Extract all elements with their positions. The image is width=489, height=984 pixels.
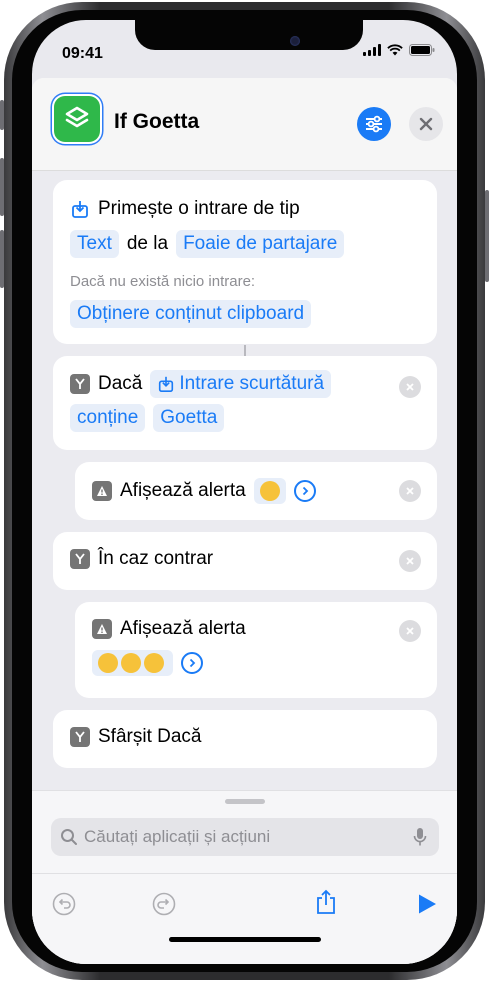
otherwise-label: În caz contrar	[98, 548, 214, 569]
redo-button[interactable]	[151, 891, 177, 917]
share-icon	[317, 889, 335, 914]
notch	[135, 20, 363, 50]
alert-icon	[92, 481, 112, 501]
close-icon	[406, 383, 414, 391]
shortcut-input-token[interactable]: Intrare scurtătură	[150, 370, 332, 398]
expand-chevron-icon[interactable]	[293, 480, 316, 502]
power-button	[485, 190, 489, 282]
share-sheet-icon	[159, 376, 174, 393]
silent-switch	[0, 100, 4, 130]
play-icon	[419, 894, 436, 914]
branch-icon	[70, 549, 90, 569]
redo-icon	[152, 892, 176, 916]
close-icon	[419, 117, 433, 131]
close-icon	[406, 487, 414, 495]
no-input-label: Dacă nu există nicio intrare:	[70, 273, 256, 290]
undo-button[interactable]	[51, 891, 77, 917]
show-alert-action-2[interactable]: Afișează alerta 😭😭😭	[75, 602, 437, 698]
share-button[interactable]	[313, 889, 339, 915]
branch-icon	[70, 374, 90, 394]
end-if-label: Sfârșit Dacă	[98, 726, 202, 747]
status-time: 09:41	[62, 45, 103, 62]
input-source-token[interactable]: Foaie de partajare	[176, 230, 345, 258]
toolbar-divider	[32, 873, 457, 874]
home-indicator[interactable]	[169, 937, 321, 942]
undo-icon	[52, 892, 76, 916]
close-icon	[406, 627, 414, 635]
connector-line	[244, 345, 246, 356]
wifi-icon	[387, 44, 403, 56]
microphone-icon[interactable]	[413, 827, 427, 847]
crying-face-emoji	[144, 653, 164, 673]
close-icon	[406, 557, 414, 565]
share-sheet-icon	[72, 201, 88, 218]
remove-if-button[interactable]	[399, 376, 421, 398]
otherwise-action[interactable]: În caz contrar	[53, 532, 437, 590]
actions-canvas: Primește o intrare de tip Text de la Foa…	[32, 171, 457, 791]
end-if-action[interactable]: Sfârșit Dacă	[53, 710, 437, 768]
crying-face-emoji	[98, 653, 118, 673]
battery-icon	[409, 44, 435, 56]
alert-icon	[92, 619, 112, 639]
condition-token[interactable]: conține	[70, 404, 146, 432]
show-alert-action-1[interactable]: Afișează alerta 😁	[75, 462, 437, 520]
front-camera	[290, 36, 300, 46]
status-icons	[363, 44, 435, 56]
condition-value-token[interactable]: Goetta	[153, 404, 225, 432]
branch-icon	[70, 727, 90, 747]
receive-input-action[interactable]: Primește o intrare de tip Text de la Foa…	[53, 180, 437, 344]
expand-chevron-icon[interactable]	[181, 652, 203, 674]
if-label: Dacă	[98, 373, 143, 394]
settings-button[interactable]	[357, 107, 391, 141]
crying-face-emoji	[121, 653, 141, 673]
editor-header: If Goetta	[32, 78, 457, 171]
grinning-face-emoji: 😁	[259, 481, 280, 501]
alert-2-emoji-token[interactable]: 😭😭😭	[92, 650, 173, 676]
shortcut-input-label: Intrare scurtătură	[179, 373, 325, 394]
if-action[interactable]: Dacă Intrare scurtătură conține Goetta	[53, 356, 437, 450]
shortcut-editor-sheet: If Goetta Primește o intrare de tip Text…	[32, 78, 457, 964]
remove-alert-1-button[interactable]	[399, 480, 421, 502]
alert-2-label: Afișează alerta	[120, 618, 246, 639]
shortcut-title[interactable]: If Goetta	[114, 110, 199, 134]
sliders-icon	[366, 115, 382, 133]
cellular-signal-icon	[363, 44, 381, 56]
search-field[interactable]: Căutați aplicații și acțiuni	[51, 818, 439, 856]
search-icon	[61, 829, 77, 845]
run-button[interactable]	[414, 891, 440, 917]
volume-up-button	[0, 158, 4, 216]
drawer-grabber[interactable]	[225, 799, 265, 804]
remove-otherwise-button[interactable]	[399, 550, 421, 572]
alert-1-emoji-token[interactable]: 😁	[253, 478, 286, 504]
shortcuts-icon[interactable]	[54, 96, 100, 142]
from-label: de la	[126, 233, 169, 254]
screen: 09:41 If Goetta Primește o intrare de ti…	[32, 20, 457, 964]
input-type-token[interactable]: Text	[70, 230, 119, 258]
close-button[interactable]	[409, 107, 443, 141]
volume-down-button	[0, 230, 4, 288]
alert-1-label: Afișează alerta	[120, 480, 246, 501]
receive-label: Primește o intrare de tip	[98, 198, 300, 219]
search-placeholder: Căutați aplicații și acțiuni	[84, 827, 271, 846]
fallback-action-token[interactable]: Obținere conținut clipboard	[70, 300, 312, 328]
remove-alert-2-button[interactable]	[399, 620, 421, 642]
